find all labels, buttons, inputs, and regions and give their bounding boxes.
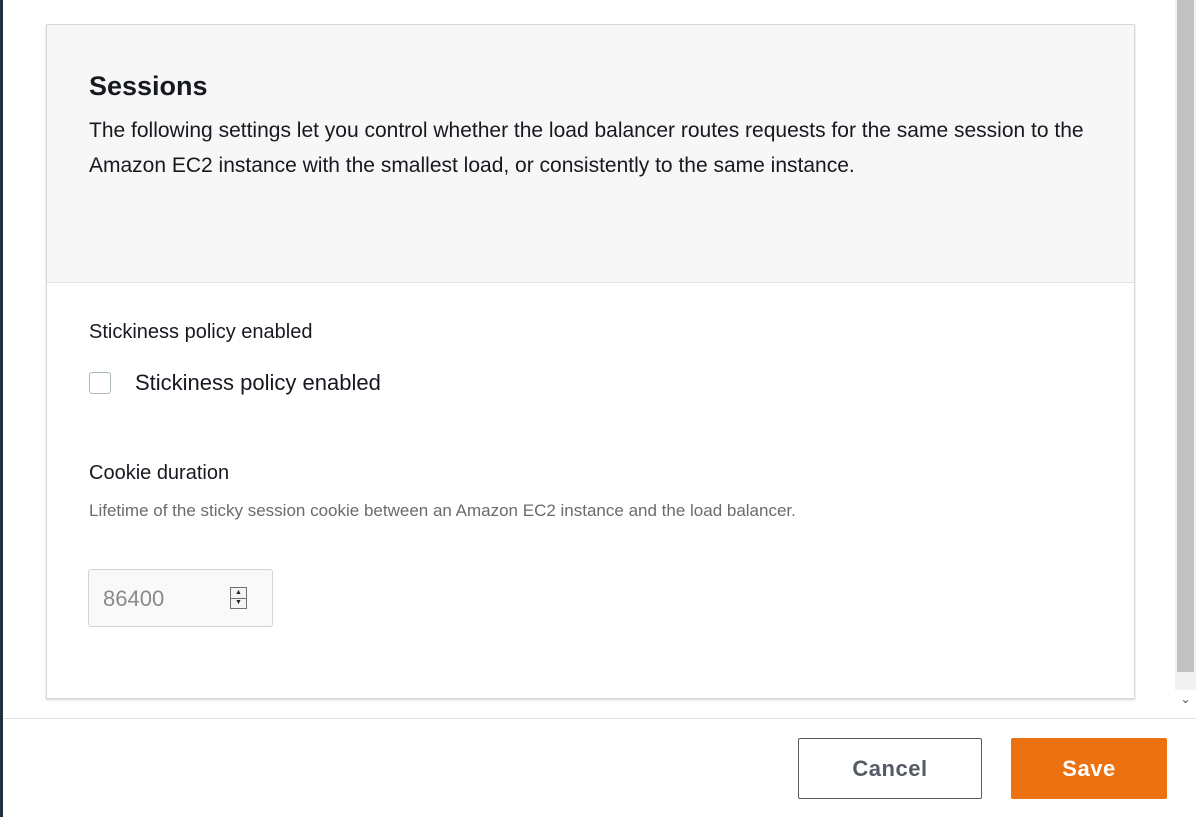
window-left-border <box>0 0 3 817</box>
stickiness-checkbox[interactable] <box>89 372 111 394</box>
cancel-button[interactable]: Cancel <box>798 738 982 799</box>
sessions-header: Sessions The following settings let you … <box>47 25 1134 283</box>
cookie-duration-stepper[interactable]: ▲ ▼ <box>230 587 247 609</box>
cookie-duration-label: Cookie duration <box>89 462 230 484</box>
section-description: The following settings let you control w… <box>89 119 1084 177</box>
sessions-panel: Sessions The following settings let you … <box>46 24 1135 699</box>
footer-divider <box>3 718 1196 719</box>
cookie-duration-description: Lifetime of the sticky session cookie be… <box>89 501 796 520</box>
save-button[interactable]: Save <box>1011 738 1167 799</box>
cookie-duration-value[interactable]: 86400 <box>103 586 164 612</box>
stepper-down-icon[interactable]: ▼ <box>231 598 246 608</box>
scrollbar-thumb[interactable] <box>1177 0 1194 672</box>
stickiness-field-label: Stickiness policy enabled <box>89 321 313 343</box>
cookie-duration-input[interactable]: 86400 ▲ ▼ <box>88 569 273 627</box>
stickiness-checkbox-row[interactable]: Stickiness policy enabled <box>89 370 381 396</box>
section-title: Sessions <box>89 71 208 101</box>
scroll-down-chevron-icon[interactable]: ⌄ <box>1177 688 1194 710</box>
stickiness-checkbox-label[interactable]: Stickiness policy enabled <box>135 370 381 396</box>
